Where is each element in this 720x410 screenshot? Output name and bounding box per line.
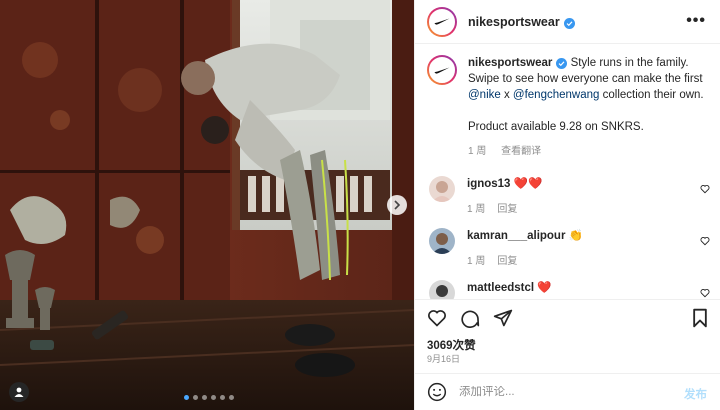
- post-action-bar: [415, 299, 720, 335]
- comment-username[interactable]: mattleedstcl: [467, 282, 534, 294]
- carousel-dot: [211, 395, 216, 400]
- like-count[interactable]: 3069次赞: [427, 337, 476, 353]
- verified-badge-icon: [563, 17, 575, 29]
- heart-icon: [428, 309, 446, 327]
- chevron-right-icon: [394, 200, 401, 210]
- carousel-dot: [229, 395, 234, 400]
- commenter-avatar[interactable]: [429, 176, 455, 202]
- instagram-post-view: nikesportswear ••• nikesportswear Style …: [0, 0, 720, 410]
- post-caption: nikesportswear Style runs in the family.…: [415, 45, 720, 160]
- reply-button[interactable]: 回复: [497, 204, 517, 215]
- more-options-button[interactable]: •••: [686, 12, 706, 30]
- comment-text: 👏: [565, 230, 583, 242]
- author-avatar[interactable]: [427, 6, 457, 37]
- heart-icon[interactable]: [700, 288, 710, 298]
- post-photo[interactable]: [0, 0, 414, 410]
- carousel-indicator: [184, 395, 234, 400]
- nike-swoosh-icon: [434, 18, 450, 25]
- comment-icon: [461, 310, 480, 328]
- comment-button[interactable]: [460, 308, 480, 328]
- comment-username[interactable]: kamran___alipour: [467, 230, 565, 242]
- caption-text: x: [500, 89, 513, 101]
- bookmark-icon: [693, 308, 707, 328]
- emoji-button[interactable]: [427, 382, 447, 402]
- like-button[interactable]: [427, 308, 447, 328]
- add-comment-input[interactable]: [459, 386, 659, 398]
- send-icon: [493, 309, 513, 326]
- comment-item: ignos13 ❤️❤️ 1 周 回复: [415, 176, 720, 228]
- user-tag-icon: [14, 387, 24, 397]
- share-button[interactable]: [493, 308, 513, 328]
- mention-link[interactable]: @nike: [468, 89, 501, 101]
- comment-item: kamran___alipour 👏 1 周 回复: [415, 228, 720, 280]
- save-button[interactable]: [691, 308, 709, 331]
- post-date[interactable]: 9月16日: [427, 352, 460, 365]
- comment-item: mattleedstcl ❤️ 1 周回复: [415, 280, 720, 299]
- heart-icon[interactable]: [700, 236, 710, 246]
- carousel-dot: [184, 395, 189, 400]
- caption-text: collection their own.: [599, 89, 704, 101]
- mention-link[interactable]: @fengchenwang: [513, 89, 600, 101]
- verified-badge-icon: [556, 58, 568, 69]
- add-comment-bar: 发布: [415, 373, 720, 410]
- author-username[interactable]: nikesportswear: [468, 15, 575, 29]
- carousel-next-button[interactable]: [387, 195, 407, 215]
- comment-time[interactable]: 1 周: [467, 256, 485, 267]
- carousel-dot: [193, 395, 198, 400]
- post-comment-button[interactable]: 发布: [684, 386, 707, 402]
- photo-scene: [0, 0, 414, 410]
- comments-list[interactable]: nikesportswear Style runs in the family.…: [415, 45, 720, 299]
- post-header: nikesportswear •••: [415, 0, 720, 44]
- commenter-avatar[interactable]: [429, 280, 455, 299]
- caption-product-note: Product available 9.28 on SNKRS.: [468, 121, 644, 133]
- comment-username[interactable]: ignos13: [467, 178, 510, 190]
- smiley-icon: [427, 382, 447, 402]
- comment-text: ❤️: [534, 282, 552, 294]
- comment-text: ❤️❤️: [510, 178, 543, 190]
- nike-swoosh-icon: [434, 67, 450, 74]
- heart-icon[interactable]: [700, 184, 710, 194]
- comment-time[interactable]: 1 周: [467, 204, 485, 215]
- post-side-panel: nikesportswear ••• nikesportswear Style …: [414, 0, 720, 410]
- caption-username[interactable]: nikesportswear: [468, 57, 552, 69]
- user-tag-button[interactable]: [9, 382, 29, 402]
- reply-button[interactable]: 回复: [497, 256, 517, 267]
- caption-time[interactable]: 1 周: [468, 146, 486, 157]
- carousel-dot: [220, 395, 225, 400]
- caption-author-avatar[interactable]: [427, 55, 457, 85]
- see-translation-button[interactable]: 查看翻译: [501, 146, 541, 157]
- commenter-avatar[interactable]: [429, 228, 455, 254]
- carousel-dot: [202, 395, 207, 400]
